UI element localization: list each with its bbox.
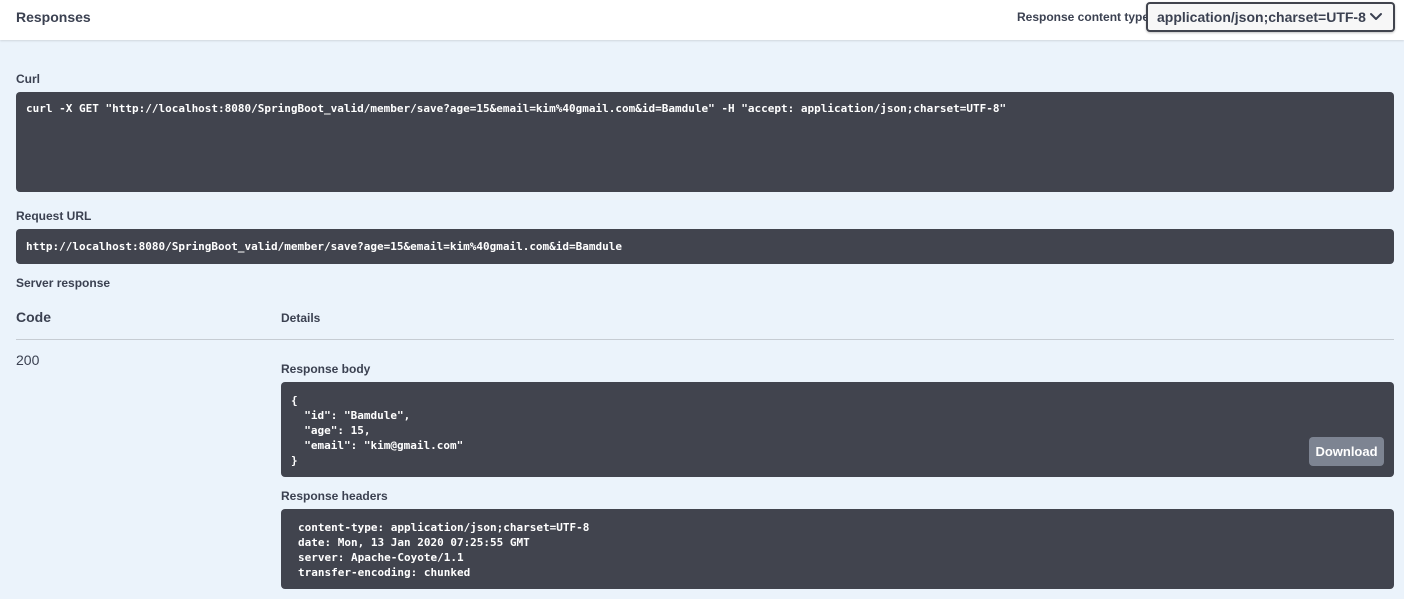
curl-label: Curl [16,72,40,86]
server-response-label: Server response [16,276,111,290]
responses-header: Responses Response content type applicat… [0,0,1404,40]
request-url-value: http://localhost:8080/SpringBoot_valid/m… [16,229,1394,264]
download-button[interactable]: Download [1309,437,1384,466]
response-headers: content-type: application/json;charset=U… [281,509,1394,589]
curl-command: curl -X GET "http://localhost:8080/Sprin… [16,92,1394,192]
details-column-header: Details [281,311,321,325]
response-status-code: 200 [16,352,40,368]
table-divider [16,339,1394,340]
response-content-type-value: application/json;charset=UTF-8 [1157,9,1366,25]
chevron-down-icon [1370,13,1382,20]
response-body: { "id": "Bamdule", "age": 15, "email": "… [281,382,1394,477]
response-content-type-label: Response content type [1017,10,1150,24]
code-column-header: Code [16,309,51,325]
response-content-type-select[interactable]: application/json;charset=UTF-8 [1146,2,1395,32]
response-headers-label: Response headers [281,489,388,503]
responses-title: Responses [16,9,91,25]
request-url-label: Request URL [16,209,92,223]
response-body-label: Response body [281,362,371,376]
